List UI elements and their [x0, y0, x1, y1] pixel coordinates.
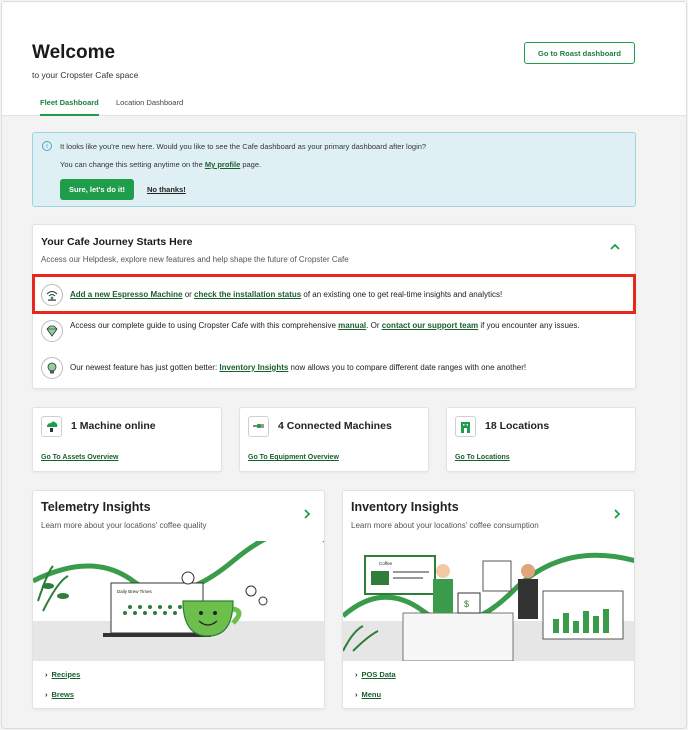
journey-row-feature-text: Our newest feature has just gotten bette…	[70, 357, 526, 374]
pos-data-link-text[interactable]: POS Data	[362, 670, 396, 679]
info-hint-text-post: page.	[240, 160, 262, 169]
inventory-insights-link[interactable]: Inventory Insights	[219, 363, 288, 372]
tab-location-dashboard[interactable]: Location Dashboard	[116, 98, 183, 116]
cloud-machine-icon	[41, 416, 62, 437]
my-profile-link[interactable]: My profile	[205, 160, 240, 169]
tab-fleet-dashboard[interactable]: Fleet Dashboard	[40, 98, 99, 116]
connected-plug-icon	[248, 416, 269, 437]
stat-card-locations: 18 Locations Go To Locations	[446, 407, 636, 472]
journey-row-guide-pre: Access our complete guide to using Crops…	[70, 321, 339, 330]
recipes-link[interactable]: › Recipes	[45, 670, 80, 679]
machines-online-label: 1 Machine online	[71, 420, 156, 432]
info-banner: i It looks like you're new here. Would y…	[32, 132, 636, 207]
inventory-insights-card[interactable]: Inventory Insights Learn more about your…	[342, 490, 635, 709]
info-hint-text-pre: You can change this setting anytime on t…	[60, 160, 205, 169]
manual-link[interactable]: manual	[338, 321, 366, 330]
telemetry-chevron-right-icon[interactable]	[303, 509, 311, 519]
diamond-guide-icon	[41, 320, 63, 342]
menu-link[interactable]: › Menu	[355, 690, 381, 699]
daily-brew-times-caption: Daily Brew Times	[117, 589, 153, 594]
equipment-overview-link-text[interactable]: Go To Equipment Overview	[248, 454, 339, 461]
assets-overview-link-text[interactable]: Go To Assets Overview	[41, 454, 118, 461]
journey-row-feature: Our newest feature has just gotten bette…	[41, 357, 526, 379]
info-banner-hint: You can change this setting anytime on t…	[60, 160, 261, 169]
go-to-locations-link[interactable]: Go To Locations	[455, 454, 510, 461]
inventory-insights-title: Inventory Insights	[351, 500, 459, 514]
stat-card-machines-online: 1 Machine online Go To Assets Overview	[32, 407, 222, 472]
svg-text:$: $	[464, 599, 469, 609]
menu-board-caption: Coffee	[379, 561, 393, 566]
app-frame: Welcome to your Cropster Cafe space Go t…	[1, 1, 687, 729]
inventory-chevron-right-icon[interactable]	[613, 509, 621, 519]
locations-label: 18 Locations	[485, 420, 550, 432]
journey-row-feature-pre: Our newest feature has just gotten bette…	[70, 363, 220, 372]
decline-primary-dashboard-link[interactable]: No thanks!	[147, 185, 186, 194]
journey-row-guide: Access our complete guide to using Crops…	[41, 320, 621, 342]
connected-machines-label: 4 Connected Machines	[278, 420, 392, 432]
inventory-illustration: Coffee $	[343, 552, 634, 661]
stat-card-connected-machines: 4 Connected Machines Go To Equipment Ove…	[239, 407, 429, 472]
page-header: Welcome to your Cropster Cafe space Go t…	[2, 2, 686, 116]
highlight-box	[32, 274, 636, 314]
go-to-assets-overview-link[interactable]: Go To Assets Overview	[41, 454, 118, 461]
journey-subtitle: Access our Helpdesk, explore new feature…	[41, 255, 349, 264]
journey-row-guide-post: if you encounter any issues.	[478, 321, 580, 330]
page-title: Welcome	[32, 42, 116, 63]
journey-row-guide-text: Access our complete guide to using Crops…	[70, 320, 580, 332]
journey-title: Your Cafe Journey Starts Here	[41, 236, 193, 248]
building-icon	[455, 416, 476, 437]
go-to-roast-dashboard-button[interactable]: Go to Roast dashboard	[524, 42, 635, 64]
telemetry-insights-card[interactable]: Telemetry Insights Learn more about your…	[32, 490, 325, 709]
accept-primary-dashboard-button[interactable]: Sure, let's do it!	[60, 179, 134, 200]
inventory-insights-subtitle: Learn more about your locations' coffee …	[351, 521, 539, 530]
menu-link-text[interactable]: Menu	[362, 690, 382, 699]
journey-row-feature-post: now allows you to compare different date…	[288, 363, 527, 372]
info-banner-message: It looks like you're new here. Would you…	[60, 142, 427, 151]
pos-data-link[interactable]: › POS Data	[355, 670, 396, 679]
brews-link[interactable]: › Brews	[45, 690, 74, 699]
recipes-link-text[interactable]: Recipes	[52, 670, 81, 679]
lightbulb-icon	[41, 357, 63, 379]
go-to-equipment-overview-link[interactable]: Go To Equipment Overview	[248, 454, 339, 461]
info-icon: i	[42, 141, 52, 151]
telemetry-insights-title: Telemetry Insights	[41, 500, 151, 514]
page-subtitle: to your Cropster Cafe space	[32, 70, 139, 80]
brews-link-text[interactable]: Brews	[52, 690, 75, 699]
telemetry-illustration: Daily Brew Times	[33, 541, 324, 661]
collapse-chevron-up-icon[interactable]	[610, 242, 620, 252]
journey-row-guide-mid: . Or	[366, 321, 382, 330]
locations-link-text[interactable]: Go To Locations	[455, 454, 510, 461]
contact-support-link[interactable]: contact our support team	[382, 321, 478, 330]
telemetry-insights-subtitle: Learn more about your locations' coffee …	[41, 521, 207, 530]
